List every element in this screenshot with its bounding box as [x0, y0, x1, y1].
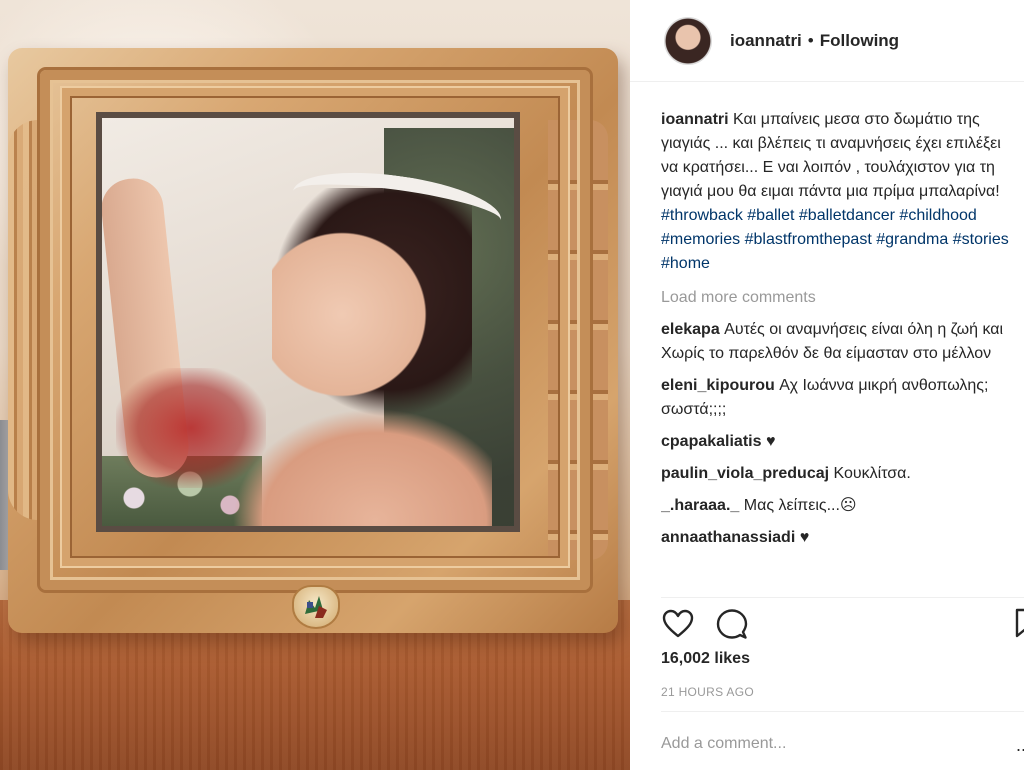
post-side-panel: ioannatri • Following ioannatri Και μπαί…: [630, 0, 1024, 770]
post-actions: [661, 606, 1024, 642]
post-caption: ioannatri Και μπαίνεις μεσα στο δωμάτιο …: [661, 108, 1021, 276]
following-button[interactable]: Following: [820, 31, 899, 51]
comment-username[interactable]: paulin_viola_preducaj: [661, 465, 829, 482]
comment-username[interactable]: annaathanassiadi: [661, 529, 795, 546]
likes-count[interactable]: 16,002 likes: [661, 650, 750, 668]
hashtag-balletdancer[interactable]: #balletdancer: [799, 207, 895, 224]
heart-icon[interactable]: [661, 607, 695, 641]
comments-list[interactable]: ioannatri Και μπαίνεις μεσα στο δωμάτιο …: [661, 108, 1021, 596]
comment-username[interactable]: cpapakaliatis: [661, 433, 762, 450]
hashtag-grandma[interactable]: #grandma: [876, 231, 948, 248]
comment-text: ♥: [765, 433, 776, 450]
comment-item: _.haraaa._ Μας λείπεις...☹: [661, 494, 1021, 518]
header-text: ioannatri • Following: [730, 31, 899, 51]
comment-username[interactable]: eleni_kipourou: [661, 377, 775, 394]
comment-item: elekapa Αυτές οι αναμνήσεις είναι όλη η …: [661, 318, 1021, 366]
comment-item: cpapakaliatis ♥: [661, 430, 1021, 454]
bookmark-icon[interactable]: [1013, 608, 1024, 638]
photo-shoulders: [232, 408, 492, 526]
comment-username[interactable]: elekapa: [661, 321, 720, 338]
caption-username[interactable]: ioannatri: [661, 111, 729, 128]
comment-item: annaathanassiadi ♥: [661, 526, 1021, 550]
hashtag-memories[interactable]: #memories: [661, 231, 740, 248]
hashtag-stories[interactable]: #stories: [953, 231, 1009, 248]
comment-item: paulin_viola_preducaj Κουκλίτσα.: [661, 462, 1021, 486]
comment-username[interactable]: _.haraaa._: [661, 497, 739, 514]
avatar[interactable]: [664, 16, 712, 65]
framed-photo: [96, 112, 520, 532]
hashtag-ballet[interactable]: #ballet: [747, 207, 794, 224]
add-comment-input[interactable]: Add a comment...: [661, 735, 1024, 759]
hashtag-childhood[interactable]: #childhood: [899, 207, 976, 224]
leaf-emblem-icon: [305, 596, 327, 618]
frame-emblem: [292, 585, 340, 629]
comment-icon[interactable]: [715, 607, 749, 641]
actions-divider: [661, 597, 1024, 598]
comment-item: eleni_kipourou Αχ Ιωάννα μικρή ανθοπωλης…: [661, 374, 1021, 422]
comment-text: Κουκλίτσα.: [833, 465, 911, 482]
hashtag-home[interactable]: #home: [661, 255, 710, 272]
hashtag-throwback[interactable]: #throwback: [661, 207, 743, 224]
more-options-icon[interactable]: ...: [1016, 735, 1024, 756]
post-image[interactable]: [0, 0, 630, 770]
load-more-comments-button[interactable]: Load more comments: [661, 286, 1021, 310]
post-timestamp[interactable]: 21 HOURS AGO: [661, 685, 754, 699]
comment-divider: [661, 711, 1024, 712]
comment-text: Μας λείπεις...☹: [743, 497, 857, 514]
comment-text: ♥: [799, 529, 810, 546]
hashtag-blastfromthepast[interactable]: #blastfromthepast: [745, 231, 872, 248]
header-username[interactable]: ioannatri: [730, 31, 802, 51]
header-separator: •: [807, 30, 814, 50]
post-header: ioannatri • Following: [630, 0, 1024, 82]
